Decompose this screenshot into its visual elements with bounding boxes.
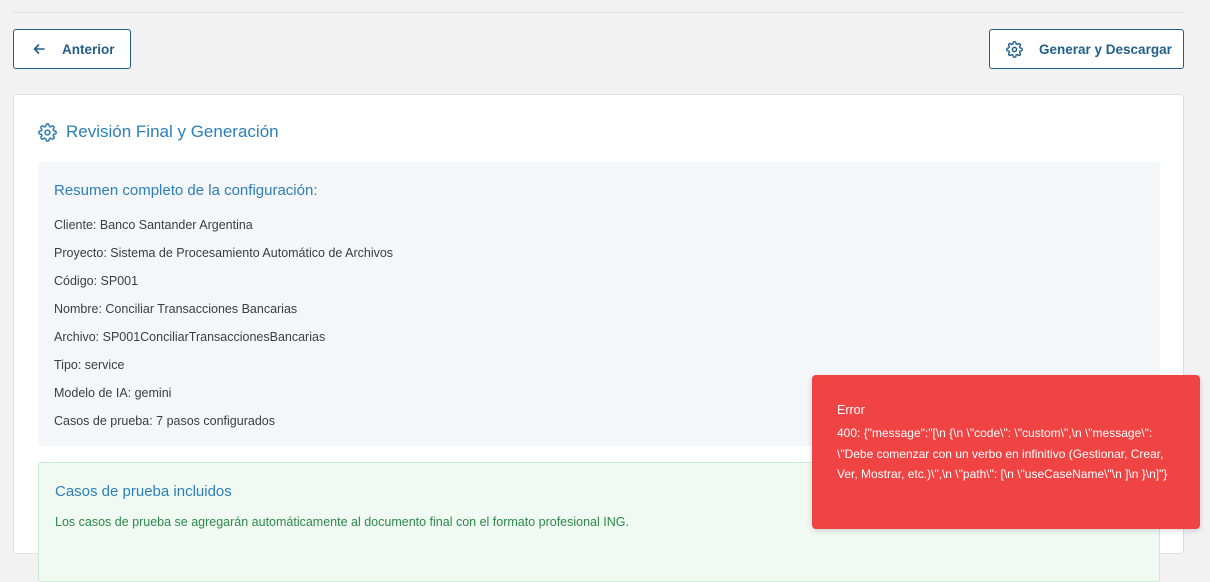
error-toast-title: Error: [837, 403, 865, 417]
summary-item-file: Archivo: SP001ConciliarTransaccionesBanc…: [54, 330, 326, 344]
summary-item-client: Cliente: Banco Santander Argentina: [54, 218, 253, 232]
error-toast[interactable]: Error 400: {"message":"[\n {\n \"code\":…: [812, 375, 1200, 529]
summary-item-test-cases: Casos de prueba: 7 pasos configurados: [54, 414, 275, 428]
card-header: Revisión Final y Generación: [38, 122, 279, 142]
card-title: Revisión Final y Generación: [66, 122, 279, 141]
test-cases-included-text: Los casos de prueba se agregarán automát…: [55, 515, 629, 529]
summary-item-code: Código: SP001: [54, 274, 139, 288]
summary-item-project: Proyecto: Sistema de Procesamiento Autom…: [54, 246, 394, 260]
arrow-left-icon: [33, 44, 45, 54]
previous-button-label: Anterior: [62, 41, 115, 57]
gear-icon: [38, 122, 57, 142]
summary-item-name: Nombre: Conciliar Transacciones Bancaria…: [54, 302, 298, 316]
top-divider: [13, 12, 1184, 13]
test-cases-included-title: Casos de prueba incluidos: [55, 483, 232, 500]
error-toast-message: 400: {"message":"[\n {\n \"code\": \"cus…: [837, 426, 1168, 481]
generate-download-button-label: Generar y Descargar: [1039, 41, 1172, 57]
previous-button[interactable]: Anterior: [13, 29, 131, 69]
summary-item-type: Tipo: service: [54, 358, 125, 372]
summary-list: Cliente: Banco Santander Argentina Proye…: [54, 218, 393, 442]
summary-item-ai-model: Modelo de IA: gemini: [54, 386, 172, 400]
summary-title: Resumen completo de la configuración:: [54, 182, 318, 199]
generate-download-button[interactable]: Generar y Descargar: [989, 29, 1184, 69]
gear-icon: [1006, 40, 1023, 58]
